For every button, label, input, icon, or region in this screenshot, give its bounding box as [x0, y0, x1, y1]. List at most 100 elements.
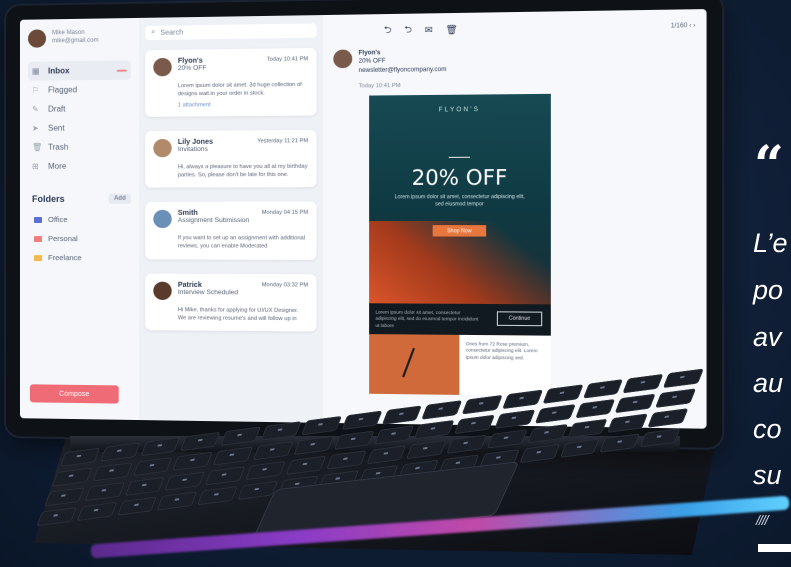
flag-icon: ⚐: [31, 85, 40, 95]
inbox-icon: ▣: [31, 66, 40, 76]
reply-all-icon[interactable]: ⮌: [404, 22, 412, 39]
key: [124, 476, 166, 497]
key: [406, 439, 447, 460]
list-item[interactable]: Patrick Interview Scheduled Monday 03:32…: [145, 273, 317, 332]
key: [293, 435, 334, 456]
list-item[interactable]: Flyon's 20% OFF Today 10:41 PM Lorem ips…: [145, 47, 317, 117]
folder-label: Office: [48, 214, 68, 225]
quote-line: au: [753, 368, 784, 398]
avatar: [153, 281, 172, 300]
more-icon: ⊞: [31, 161, 39, 171]
compose-button[interactable]: Compose: [29, 384, 119, 404]
promo-brand: FLYON'S: [438, 107, 481, 114]
key: [212, 446, 254, 466]
folder-label: Freelance: [48, 253, 82, 263]
sidebar-item-sent[interactable]: ➤ Sent: [28, 118, 131, 138]
key: [494, 409, 536, 429]
email-snippet: If you want to set up an assignment with…: [177, 235, 305, 250]
sidebar-item-label: Draft: [48, 104, 66, 114]
sidebar: Mike Mason mike@gmail.com ▣ Inbox ⚐ Flag…: [19, 17, 140, 421]
avatar: [153, 138, 172, 157]
promo-image: [369, 334, 460, 396]
draft-icon: ✎: [31, 104, 39, 114]
sidebar-item-label: Inbox: [48, 66, 70, 76]
email-subject: 20% OFF: [177, 64, 207, 73]
key: [373, 425, 415, 445]
sidebar-item-trash[interactable]: 🗑 Trash: [28, 137, 131, 157]
key: [454, 414, 495, 435]
promo-footer: Lorem ipsum dolor sit amet, consectetur …: [369, 303, 551, 336]
sidebar-item-label: Sent: [48, 123, 65, 133]
list-item[interactable]: Smith Assignment Submission Monday 04:15…: [145, 201, 317, 260]
sidebar-item-draft[interactable]: ✎ Draft: [28, 99, 131, 119]
sent-icon: ➤: [31, 123, 39, 133]
trash-icon[interactable]: 🗑: [445, 24, 457, 36]
key: [446, 434, 488, 454]
key: [413, 419, 455, 440]
email-list: ⌕ Search Flyon's 20% OFF Today 10:41 PM …: [139, 15, 323, 423]
key: [252, 441, 294, 461]
sender-row: Flyon's 20% OFF newsletter@flyoncompany.…: [333, 45, 695, 76]
pager: 1/160 ‹ ›: [670, 22, 696, 30]
key: [607, 413, 649, 433]
divider: [448, 156, 471, 159]
sidebar-item-inbox[interactable]: ▣ Inbox: [27, 60, 131, 81]
key: [43, 487, 85, 507]
folder-office[interactable]: Office: [28, 210, 131, 229]
sender-info: Flyon's 20% OFF newsletter@flyoncompany.…: [359, 48, 447, 75]
continue-button[interactable]: Continue: [496, 311, 543, 327]
attachment-link[interactable]: 1 attachment: [153, 101, 308, 108]
folder-freelance[interactable]: Freelance: [28, 248, 131, 267]
list-item[interactable]: Lily Jones Invitations Yesterday 11:21 P…: [145, 129, 317, 188]
decorative-underline: [758, 544, 791, 552]
search-input[interactable]: ⌕ Search: [145, 23, 317, 41]
sidebar-item-label: More: [48, 161, 67, 171]
shop-now-button[interactable]: Shop Now: [432, 225, 487, 237]
reader-toolbar: ⮌ ⮌ ✉ 🗑 1/160 ‹ ›: [333, 18, 696, 40]
key: [486, 429, 528, 449]
email-snippet: Lorem ipsum dolor sit amet. 3d huge coll…: [177, 81, 302, 98]
key: [172, 451, 214, 471]
avatar: [153, 57, 172, 77]
email-date: Yesterday 11:21 PM: [257, 137, 309, 145]
promo-text: Lorem ipsum dolor sit amet, consectetur …: [394, 194, 525, 208]
email-subject: Interview Scheduled: [177, 288, 239, 296]
email-date: Monday 04:15 PM: [261, 209, 309, 216]
quote-line: co: [753, 414, 782, 444]
search-icon: ⌕: [151, 28, 156, 36]
key: [333, 430, 375, 450]
key: [325, 450, 367, 470]
key: [245, 460, 286, 481]
sender-email: newsletter@flyoncompany.com: [358, 66, 447, 74]
key: [615, 393, 656, 414]
key: [534, 404, 576, 424]
trash-icon: 🗑: [31, 142, 43, 152]
inbox-badge: [116, 69, 127, 72]
mail-icon[interactable]: ✉: [425, 24, 433, 35]
user-profile[interactable]: Mike Mason mike@gmail.com: [27, 28, 131, 48]
promo-bottom: Ones from 72 Rose premium, consectetur a…: [369, 334, 551, 397]
key: [574, 398, 616, 419]
email-snippet: Hi Mike, thanks for applying for UI/UX D…: [177, 306, 299, 322]
email-sender: Smith: [177, 209, 198, 217]
key: [204, 466, 246, 486]
search-placeholder: Search: [160, 28, 184, 37]
quote-line: L’e: [753, 228, 788, 258]
key: [526, 424, 568, 444]
folder-personal[interactable]: Personal: [28, 229, 131, 248]
reply-icon[interactable]: ⮌: [384, 22, 392, 39]
add-folder-button[interactable]: Add: [108, 193, 131, 204]
promo-banner: FLYON'S 20% OFF Lorem ipsum dolor sit am…: [369, 94, 551, 305]
sidebar-item-flagged[interactable]: ⚐ Flagged: [28, 80, 131, 100]
email-date: Today 10:41 PM: [358, 83, 401, 90]
key: [84, 481, 125, 502]
promo-title: 20% OFF: [411, 165, 508, 191]
email-subject: Assignment Submission: [177, 216, 250, 225]
key: [365, 445, 407, 465]
sidebar-item-label: Flagged: [48, 85, 78, 95]
folder-icon: [33, 235, 43, 242]
email-date: Today 10:41 PM: [266, 56, 309, 63]
sidebar-item-more[interactable]: ⊞ More: [28, 156, 131, 176]
folder-label: Personal: [48, 234, 78, 244]
key: [164, 471, 206, 491]
